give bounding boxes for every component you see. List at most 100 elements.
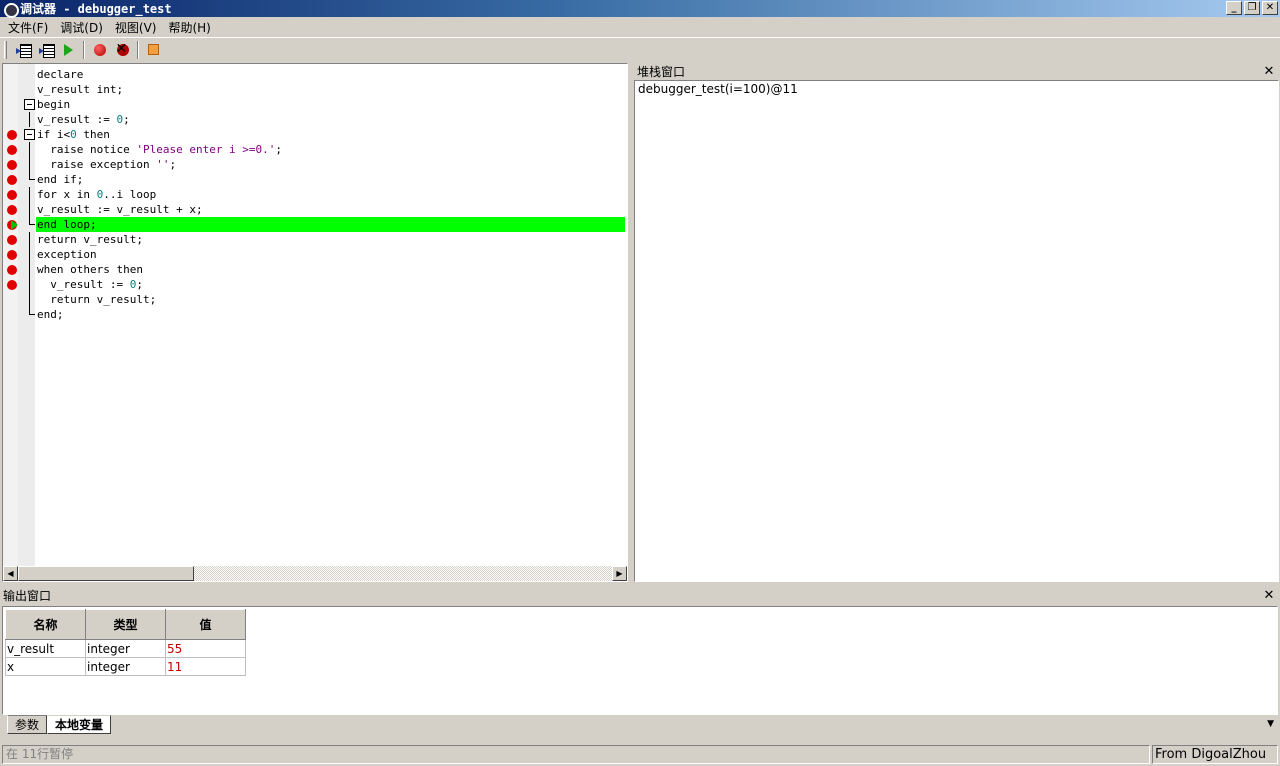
code-line[interactable]: v_result int;	[3, 82, 627, 97]
code-line[interactable]: for x in 0..i loop	[3, 187, 627, 202]
var-name: v_result	[5, 639, 86, 658]
fold-line	[29, 277, 30, 292]
continue-icon	[64, 43, 73, 56]
scroll-thumb[interactable]	[18, 566, 194, 581]
clear-breakpoints-icon	[116, 41, 130, 57]
scroll-left-button[interactable]: ◀	[3, 566, 18, 581]
code-line[interactable]: raise exception '';	[3, 157, 627, 172]
stack-frame[interactable]: debugger_test(i=100)@11	[638, 82, 1275, 96]
title-bar: 调试器 - debugger_test _ ❐ ✕	[0, 0, 1280, 18]
code-text: exception	[37, 248, 97, 261]
source-editor[interactable]: declare v_result int; begin v_result := 0; i…	[2, 63, 628, 582]
table-row[interactable]: v_result integer 55	[5, 639, 246, 658]
code-text: raise exception '';	[37, 158, 177, 171]
stack-window: 堆栈窗口 ✕ debugger_test(i=100)@11	[634, 62, 1280, 582]
column-header-type[interactable]: 类型	[85, 609, 166, 640]
fold-line	[29, 292, 30, 307]
fold-end	[29, 307, 35, 315]
stack-window-header: 堆栈窗口 ✕	[634, 62, 1280, 80]
restore-button[interactable]: ❐	[1244, 1, 1260, 15]
toolbar-separator	[137, 40, 139, 59]
fold-toggle-icon[interactable]	[24, 99, 35, 110]
code-lines: declare v_result int; begin v_result := 0; i…	[3, 67, 627, 322]
step-into-icon	[15, 43, 32, 58]
var-value: 11	[165, 657, 246, 676]
code-line[interactable]: raise notice 'Please enter i >=0.';	[3, 142, 627, 157]
breakpoint-icon[interactable]	[7, 160, 17, 170]
code-text: for x in 0..i loop	[37, 188, 157, 201]
variables-table: 名称 类型 值 v_result integer 55 x integer 11	[5, 609, 246, 676]
fold-end	[29, 217, 35, 225]
status-message: 在 11行暂停	[2, 745, 1150, 764]
var-value: 55	[165, 639, 246, 658]
variables-table-area: 名称 类型 值 v_result integer 55 x integer 11	[2, 606, 1278, 715]
fold-toggle-icon[interactable]	[24, 129, 35, 140]
status-credit: From DigoalZhou	[1152, 745, 1278, 764]
breakpoint-icon[interactable]	[7, 145, 17, 155]
set-breakpoint-button[interactable]	[88, 40, 111, 60]
fold-end	[29, 172, 35, 180]
code-line[interactable]: declare	[3, 67, 627, 82]
code-line[interactable]: end loop;	[3, 217, 627, 232]
output-tabs: 参数 本地变量 ▼	[2, 715, 1278, 736]
stack-close-icon[interactable]: ✕	[1262, 64, 1276, 79]
var-type: integer	[85, 639, 166, 658]
code-text: v_result := 0;	[37, 278, 143, 291]
code-line[interactable]: v_result := 0;	[3, 112, 627, 127]
code-text: end loop;	[36, 217, 625, 232]
var-type: integer	[85, 657, 166, 676]
minimize-button[interactable]: _	[1226, 1, 1242, 15]
stop-icon	[148, 44, 159, 55]
menu-debug[interactable]: 调试(D)	[54, 19, 109, 36]
column-header-name[interactable]: 名称	[5, 609, 86, 640]
breakpoint-icon[interactable]	[7, 280, 17, 290]
code-line[interactable]: if i<0 then	[3, 127, 627, 142]
continue-button[interactable]	[57, 40, 80, 60]
code-line[interactable]: return v_result;	[3, 292, 627, 307]
code-line[interactable]: end;	[3, 307, 627, 322]
step-over-button[interactable]	[34, 40, 57, 60]
menu-help[interactable]: 帮助(H)	[162, 19, 216, 36]
code-line[interactable]: exception	[3, 247, 627, 262]
table-row[interactable]: x integer 11	[5, 657, 246, 676]
close-button[interactable]: ✕	[1262, 1, 1278, 15]
horizontal-scrollbar[interactable]: ◀ ▶	[3, 566, 627, 581]
tabs-dropdown-icon[interactable]: ▼	[1267, 719, 1274, 729]
clear-breakpoints-button[interactable]	[111, 40, 134, 60]
fold-line	[29, 262, 30, 277]
code-line[interactable]: end if;	[3, 172, 627, 187]
breakpoint-icon[interactable]	[7, 205, 17, 215]
fold-line	[29, 247, 30, 262]
menu-view[interactable]: 视图(V)	[109, 19, 163, 36]
output-close-icon[interactable]: ✕	[1262, 588, 1276, 603]
menu-bar: 文件(F) 调试(D) 视图(V) 帮助(H)	[0, 17, 1280, 37]
tab-local-variables[interactable]: 本地变量	[47, 715, 112, 734]
fold-line	[29, 142, 30, 157]
menu-file[interactable]: 文件(F)	[2, 19, 54, 36]
breakpoint-icon[interactable]	[7, 235, 17, 245]
breakpoint-icon[interactable]	[7, 265, 17, 275]
tab-parameters[interactable]: 参数	[7, 715, 48, 734]
stack-list: debugger_test(i=100)@11	[634, 80, 1279, 582]
set-breakpoint-icon	[93, 43, 106, 56]
code-text: v_result := v_result + x;	[37, 203, 203, 216]
code-line[interactable]: return v_result;	[3, 232, 627, 247]
code-line[interactable]: v_result := 0;	[3, 277, 627, 292]
breakpoint-icon[interactable]	[7, 250, 17, 260]
scroll-right-button[interactable]: ▶	[612, 566, 627, 581]
code-line[interactable]: v_result := v_result + x;	[3, 202, 627, 217]
toolbar-grip[interactable]	[4, 40, 7, 59]
stop-button[interactable]	[142, 40, 165, 60]
code-line[interactable]: begin	[3, 97, 627, 112]
breakpoint-icon[interactable]	[7, 130, 17, 140]
code-text: return v_result;	[37, 293, 157, 306]
breakpoint-icon[interactable]	[7, 190, 17, 200]
step-into-button[interactable]	[11, 40, 34, 60]
code-line[interactable]: when others then	[3, 262, 627, 277]
toolbar	[0, 37, 1280, 61]
fold-line	[29, 157, 30, 172]
output-window: 输出窗口 ✕ 名称 类型 值 v_result integer 55 x int…	[0, 586, 1280, 742]
fold-line	[29, 232, 30, 247]
column-header-value[interactable]: 值	[165, 609, 246, 640]
breakpoint-icon[interactable]	[7, 175, 17, 185]
